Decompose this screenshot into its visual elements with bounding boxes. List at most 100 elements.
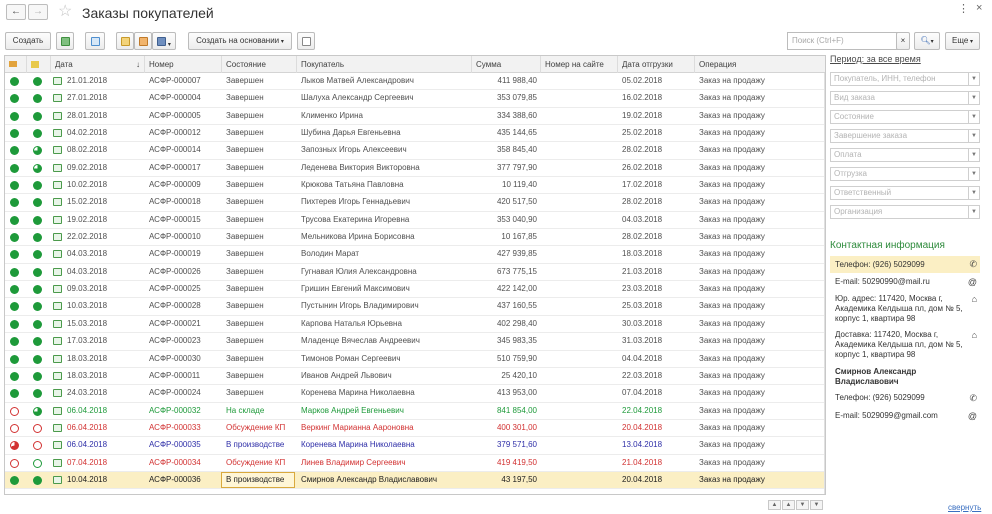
filter-payment[interactable]: Оплата ▼ [830, 148, 980, 162]
col-header-buyer[interactable]: Покупатель [297, 56, 472, 73]
filter-buyer[interactable]: Покупатель, ИНН, телефон ▼ [830, 72, 980, 86]
table-row[interactable]: 27.01.2018 АСФР-000004 Завершен Шалуха Алек… [5, 90, 825, 108]
table-row[interactable]: 18.03.2018 АСФР-000011 Завершен Иванов Андр… [5, 368, 825, 386]
contact-phone-1[interactable]: Телефон: (926) 5029099 ✆ [830, 256, 980, 273]
table-row[interactable]: 17.03.2018 АСФР-000023 Завершен Младенце Вя… [5, 333, 825, 351]
back-button[interactable]: ← [6, 4, 26, 20]
contact-delivery-address[interactable]: Доставка: 117420, Москва г, Академика Ке… [830, 330, 980, 360]
more-icon[interactable]: ⋮ [958, 2, 969, 15]
last-page-button[interactable]: ▼ [810, 500, 823, 510]
table-row[interactable]: 09.03.2018 АСФР-000025 Завершен Гришин Евге… [5, 281, 825, 299]
print-button[interactable]: ▾ [152, 32, 176, 50]
table-row[interactable]: 04.02.2018 АСФР-000012 Завершен Шубина Дарь… [5, 125, 825, 143]
table-row[interactable]: 04.03.2018 АСФР-000019 Завершен Володин Мар… [5, 246, 825, 264]
period-link[interactable]: Период: за все время [830, 54, 921, 64]
cell-ship: 28.02.2018 [622, 197, 663, 207]
status-circle-icon [10, 441, 19, 451]
chevron-down-icon: ▾ [279, 39, 284, 45]
filter-organization[interactable]: Организация ▼ [830, 205, 980, 219]
chevron-down-icon[interactable]: ▼ [968, 92, 979, 104]
table-row[interactable]: 28.01.2018 АСФР-000005 Завершен Клименко Ир… [5, 108, 825, 126]
document-icon [53, 77, 62, 85]
filter-responsible[interactable]: Ответственный ▼ [830, 186, 980, 200]
cell-site [541, 281, 618, 297]
table-row[interactable]: 10.02.2018 АСФР-000009 Завершен Крюкова Тат… [5, 177, 825, 195]
cell-ship: 23.03.2018 [622, 284, 663, 294]
forward-button[interactable]: → [28, 4, 48, 20]
col-header-date[interactable]: Дата ↓ [51, 56, 145, 73]
cell-date: 17.03.2018 [67, 336, 108, 346]
table-row[interactable]: 22.02.2018 АСФР-000010 Завершен Мельникова … [5, 229, 825, 247]
col-header-site-number[interactable]: Номер на сайте [541, 56, 618, 73]
orders-table: Дата ↓ Номер Состояние Покупатель Сумма Н… [4, 55, 826, 495]
status-circle-icon [10, 302, 19, 312]
scrollbar[interactable] [824, 73, 825, 494]
col-header-state[interactable]: Состояние [222, 56, 297, 73]
more-button[interactable]: Еще ▾ [945, 32, 980, 50]
create-based-on-button[interactable]: Создать на основании ▾ [188, 32, 292, 50]
add-list-button[interactable] [85, 32, 105, 50]
chevron-down-icon[interactable]: ▼ [968, 168, 979, 180]
table-row[interactable]: 18.03.2018 АСФР-000030 Завершен Тимонов Ром… [5, 351, 825, 368]
table-row[interactable]: 10.03.2018 АСФР-000028 Завершен Пустынин Иг… [5, 298, 825, 316]
filter-completion[interactable]: Завершение заказа ▼ [830, 129, 980, 143]
chevron-down-icon[interactable]: ▼ [968, 187, 979, 199]
cell-date: 10.02.2018 [67, 180, 108, 190]
col-header-ship-date[interactable]: Дата отгрузки [618, 56, 695, 73]
contact-phone-2[interactable]: Телефон: (926) 5029099 ✆ [830, 393, 980, 403]
table-row[interactable]: 19.02.2018 АСФР-000015 Завершен Трусова Ека… [5, 212, 825, 230]
prev-page-button[interactable]: ▲ [782, 500, 795, 510]
contact-email-2[interactable]: E-mail: 5029099@gmail.com @ [830, 411, 980, 421]
payment-circle-icon [33, 337, 42, 347]
table-row[interactable]: 04.03.2018 АСФР-000026 Завершен Гугнавая Юл… [5, 264, 825, 282]
filter-shipment[interactable]: Отгрузка ▼ [830, 167, 980, 181]
table-row[interactable]: 15.02.2018 АСФР-000018 Завершен Пихтерев Иг… [5, 194, 825, 212]
table-row[interactable]: 21.01.2018 АСФР-000007 Завершен Лыков Матве… [5, 73, 825, 91]
first-page-button[interactable]: ▲ [768, 500, 781, 510]
table-row[interactable]: 10.04.2018 АСФР-000036 В производстве Смирн… [5, 471, 825, 490]
col-header-payment-icon[interactable] [27, 56, 51, 73]
table-row[interactable]: 07.04.2018 АСФР-000034 Обсуждение КП Линев … [5, 455, 825, 472]
table-row[interactable]: 15.03.2018 АСФР-000021 Завершен Карпова Нат… [5, 316, 825, 334]
filter-state[interactable]: Состояние ▼ [830, 110, 980, 124]
filter-order-type[interactable]: Вид заказа ▼ [830, 91, 980, 105]
chevron-down-icon[interactable]: ▼ [968, 111, 979, 123]
clear-search-button[interactable]: × [896, 32, 910, 50]
table-row[interactable]: 24.03.2018 АСФР-000024 Завершен Коренева Ма… [5, 385, 825, 403]
chevron-down-icon[interactable]: ▼ [968, 149, 979, 161]
search-input[interactable]: Поиск (Ctrl+F) [787, 32, 908, 50]
table-row[interactable]: 06.04.2018 АСФР-000035 В производстве Корен… [5, 437, 825, 455]
chevron-down-icon[interactable]: ▼ [968, 73, 979, 85]
search-button[interactable]: 🔍︎▾ [914, 32, 940, 50]
cell-op: Заказ на продажу [699, 474, 765, 484]
collapse-link[interactable]: свернуть [948, 503, 981, 512]
copy-button[interactable] [56, 32, 74, 50]
cell-state: Завершен [226, 301, 264, 311]
col-header-number[interactable]: Номер [145, 56, 222, 73]
mail-button[interactable] [134, 32, 152, 50]
col-header-sum[interactable]: Сумма [472, 56, 541, 73]
col-header-status-icon[interactable] [5, 56, 27, 73]
next-page-button[interactable]: ▼ [796, 500, 809, 510]
close-icon[interactable]: × [976, 2, 982, 14]
table-row[interactable]: 06.04.2018 АСФР-000033 Обсуждение КП Веркин… [5, 420, 825, 438]
col-header-operation[interactable]: Операция [695, 56, 825, 73]
cell-ship: 21.04.2018 [622, 457, 663, 467]
cell-num: АСФР-000024 [149, 388, 201, 398]
table-row[interactable]: 06.04.2018 АСФР-000032 На складе Марков Анд… [5, 403, 825, 420]
document-icon [53, 423, 62, 432]
contact-email-1[interactable]: E-mail: 50290990@mail.ru @ [830, 277, 980, 287]
table-row[interactable]: 09.02.2018 АСФР-000017 Завершен Леденева Ви… [5, 160, 825, 178]
chevron-down-icon[interactable]: ▼ [968, 130, 979, 142]
cell-op: Заказ на продажу [699, 440, 765, 450]
report-button[interactable] [297, 32, 315, 50]
contact-legal-address[interactable]: Юр. адрес: 117420, Москва г, Академика К… [830, 294, 980, 324]
phone-icon: ✆ [969, 393, 977, 403]
cell-sum: 43 197,50 [501, 474, 537, 484]
folder-button[interactable] [116, 32, 134, 50]
favorite-star-icon[interactable]: ☆ [58, 3, 72, 21]
cell-state: Завершен [226, 266, 264, 276]
chevron-down-icon[interactable]: ▼ [968, 206, 979, 218]
create-button[interactable]: Создать [5, 32, 51, 50]
table-row[interactable]: 08.02.2018 АСФР-000014 Завершен Запозных Иг… [5, 142, 825, 160]
